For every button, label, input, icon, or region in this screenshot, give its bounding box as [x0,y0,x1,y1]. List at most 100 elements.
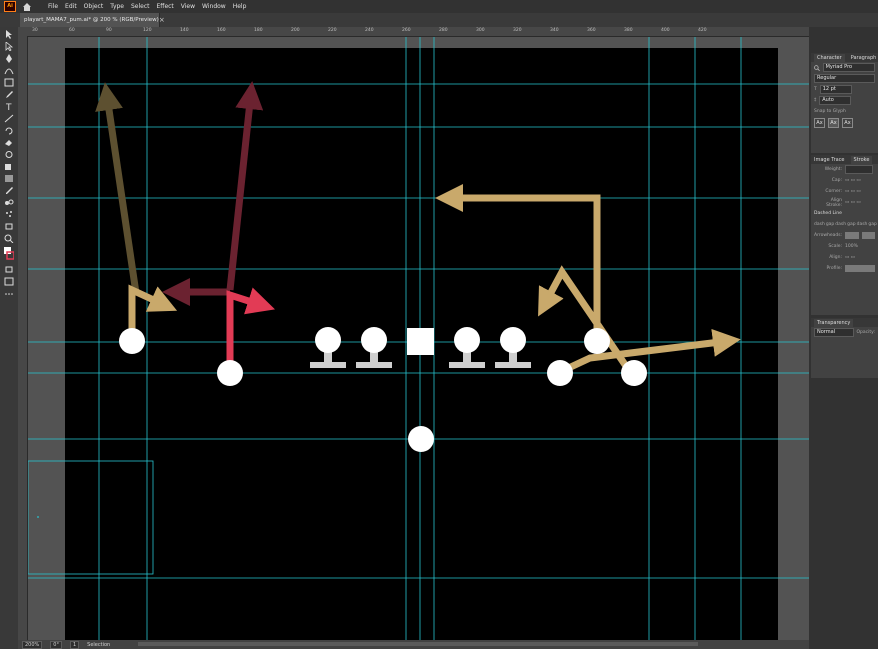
cap-label: Cap: [831,178,842,183]
pen-tool-icon[interactable] [4,54,14,63]
home-icon[interactable] [22,2,32,12]
rotation-field[interactable]: 0° [50,640,62,649]
center[interactable] [407,328,434,355]
font-size-field[interactable]: 12 pt [819,85,852,94]
leading-field[interactable]: Auto [819,96,852,105]
align-stroke-buttons[interactable]: ▭ ▭ ▭ [845,200,861,205]
eraser-tool-icon[interactable] [4,138,14,147]
tab-character[interactable]: Character [814,53,845,62]
ruler-tick-label: 180 [254,28,263,33]
menu-type[interactable]: Type [110,3,124,10]
eyedropper-tool-icon[interactable] [4,186,14,195]
more-tools-icon[interactable] [4,289,14,298]
vertical-ruler[interactable] [18,36,28,640]
dashed-line-label[interactable]: Dashed Line [814,211,842,216]
gap-field-3[interactable]: gap [868,222,876,227]
dash-field-3[interactable]: dash [857,222,868,227]
menu-file[interactable]: File [48,3,58,10]
brush-tool-icon[interactable] [4,90,14,99]
tab-image-trace[interactable]: Image Trace [814,157,845,163]
player-quarterback[interactable] [408,426,434,452]
player-receiver-slot-left[interactable] [217,360,243,386]
horizontal-scrollbar[interactable] [138,642,698,646]
snap-glyph-button-2[interactable]: Ax [828,117,839,128]
scale-label: Scale: [828,244,842,249]
menu-help[interactable]: Help [233,3,247,10]
curvature-tool-icon[interactable] [4,66,14,75]
align-stroke-label: Align Stroke: [826,197,842,208]
zoom-field[interactable]: 200% [22,640,43,649]
shape-builder-tool-icon[interactable] [4,162,14,171]
blend-tool-icon[interactable] [4,198,14,207]
tab-stroke[interactable]: Stroke [850,155,873,164]
snap-glyph-button-1[interactable]: Ax [814,117,825,128]
corner-buttons[interactable]: ▭ ▭ ▭ [845,189,861,194]
line-tool-icon[interactable] [4,114,14,123]
tab-paragraph[interactable]: Paragraph [851,55,877,61]
menu-edit[interactable]: Edit [65,3,77,10]
arrow-align-buttons[interactable]: ▭ ▭ [845,255,855,260]
horizontal-ruler[interactable]: 30 60 90 120 140 160 180 200 220 240 260 280 300 320 3… [18,27,809,37]
gap-field-2[interactable]: gap [847,222,855,227]
selection-tool-icon[interactable] [4,30,14,39]
symbol-sprayer-tool-icon[interactable] [4,210,14,219]
drawing-mode-icon[interactable] [4,265,14,274]
status-bar: 200% 0° 1 Selection [18,640,809,649]
blend-mode-select[interactable]: Normal [814,328,854,337]
player-receiver-wing[interactable] [547,360,573,386]
player-receiver-x[interactable] [119,328,145,354]
rotate-tool-icon[interactable] [4,126,14,135]
corner-label: Corner: [825,189,842,194]
screen-mode-icon[interactable] [4,277,14,286]
rectangle-tool-icon[interactable] [4,78,14,87]
profile-select[interactable] [845,265,875,272]
arrow-align-label: Align: [829,255,842,260]
direct-selection-tool-icon[interactable] [4,42,14,51]
scale-value[interactable]: 100% [845,244,858,249]
cap-buttons[interactable]: ▭ ▭ ▭ [845,178,861,183]
player-receiver-slot-right[interactable] [584,328,610,354]
font-style-field[interactable]: Regular [814,74,875,83]
dash-gap-fields: dash gap dash gap dash gap [811,219,878,230]
guide-point [37,516,39,518]
dash-field-2[interactable]: dash [835,222,846,227]
ruler-tick-label: 200 [291,28,300,33]
artwork[interactable] [28,37,809,640]
zoom-tool-icon[interactable] [4,234,14,243]
font-size-icon: T [814,87,817,92]
artboard-navigator[interactable]: 1 [69,640,80,649]
transparency-panel: Transparency Normal Opacity: [811,318,878,378]
gradient-tool-icon[interactable] [4,174,14,183]
tab-transparency[interactable]: Transparency [814,318,854,327]
menu-view[interactable]: View [181,3,195,10]
arrowhead-end-select[interactable] [861,232,875,239]
ruler-tick-label: 90 [106,28,112,33]
ruler-tick-label: 280 [439,28,448,33]
current-tool-status: Selection [87,641,111,648]
menu-select[interactable]: Select [131,3,150,10]
document-tab[interactable]: playart_MAMA7_pum.ai* @ 200 % (RGB/Previ… [20,13,165,27]
gap-field-1[interactable]: gap [826,222,834,227]
canvas-area[interactable] [28,37,809,640]
snap-glyph-button-3[interactable]: Ax [842,117,853,128]
ruler-tick-label: 30 [32,28,38,33]
arrowhead-start-select[interactable] [845,232,859,239]
menu-bar: Ai File Edit Object Type Select Effect View Win… [0,0,878,13]
ruler-tick-label: 60 [69,28,75,33]
warp-tool-icon[interactable] [4,150,14,159]
player-receiver-z[interactable] [621,360,647,386]
close-tab-icon[interactable]: × [159,16,165,24]
font-family-field[interactable]: Myriad Pro [822,63,875,72]
menu-effect[interactable]: Effect [157,3,174,10]
menu-window[interactable]: Window [202,3,226,10]
character-panel: Character Paragraph Myriad Pro Regular T… [811,53,878,153]
weight-field[interactable] [845,165,873,174]
menu-object[interactable]: Object [84,3,104,10]
artboard-tool-icon[interactable] [4,222,14,231]
character-panel-tabs: Character Paragraph [811,53,878,62]
leading-icon: ‡ [814,98,817,103]
snap-glyph-buttons: Ax Ax Ax [811,117,878,128]
type-tool-icon[interactable]: T [4,102,14,111]
dash-field-1[interactable]: dash [814,222,825,227]
fill-stroke-swatch-icon[interactable] [4,247,14,261]
